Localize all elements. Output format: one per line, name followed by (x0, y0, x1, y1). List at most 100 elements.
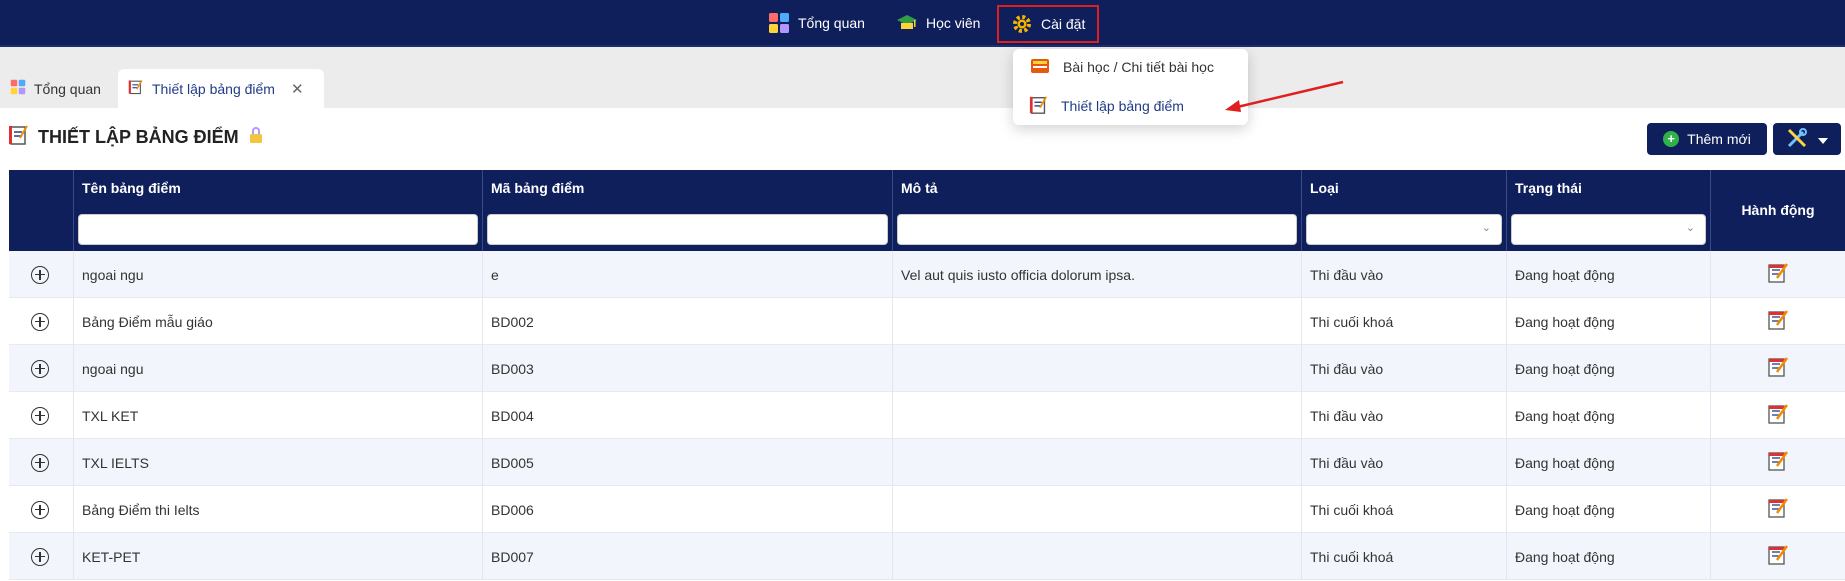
page-title: THIẾT LẬP BẢNG ĐIỂM (8, 124, 265, 151)
tools-menu-button[interactable] (1773, 123, 1841, 155)
expand-row-icon[interactable] (31, 359, 49, 378)
cell-status: Đang hoạt động (1506, 251, 1710, 298)
notepad-icon (8, 124, 30, 151)
nav-item-settings[interactable]: Cài đặt (997, 5, 1100, 43)
nav-item-label: Tổng quan (798, 15, 865, 31)
cell-description (892, 486, 1301, 533)
graduation-cap-icon (896, 12, 918, 34)
cell-code: e (482, 251, 892, 298)
cell-description (892, 533, 1301, 580)
cell-description: Vel aut quis iusto officia dolorum ipsa. (892, 251, 1301, 298)
cell-code: BD006 (482, 486, 892, 533)
cell-type: Thi đầu vào (1301, 345, 1506, 392)
menu-item-lessons[interactable]: Bài học / Chi tiết bài học (1029, 55, 1214, 79)
edit-icon[interactable] (1767, 262, 1789, 287)
menu-item-score-setup[interactable]: Thiết lập bảng điểm (1029, 94, 1184, 118)
chevron-down-icon: ⌄ (1685, 222, 1695, 234)
action-cell (1710, 533, 1845, 580)
add-new-button[interactable]: + Thêm mới (1647, 123, 1767, 155)
expand-cell (9, 298, 73, 345)
action-cell (1710, 439, 1845, 486)
cell-name: KET-PET (73, 533, 482, 580)
nav-item-label: Cài đặt (1041, 16, 1086, 32)
lock-icon (247, 126, 265, 149)
expand-cell (9, 251, 73, 298)
expand-cell (9, 533, 73, 580)
cell-code: BD004 (482, 392, 892, 439)
cell-status: Đang hoạt động (1506, 439, 1710, 486)
notepad-icon (128, 79, 144, 98)
edit-icon[interactable] (1767, 309, 1789, 334)
edit-icon[interactable] (1767, 544, 1789, 569)
table-row: ngoai ngu BD003 Thi đầu vào Đang hoạt động (9, 345, 1845, 392)
cell-description (892, 439, 1301, 486)
expand-row-icon[interactable] (31, 547, 49, 566)
cell-type: Thi cuối khoá (1301, 533, 1506, 580)
menu-item-label: Thiết lập bảng điểm (1061, 98, 1184, 114)
cell-status: Đang hoạt động (1506, 486, 1710, 533)
column-header-action: Hành động (1710, 170, 1845, 251)
expand-row-icon[interactable] (31, 500, 49, 519)
cell-status: Đang hoạt động (1506, 392, 1710, 439)
cell-name: TXL IELTS (73, 439, 482, 486)
name-filter-input[interactable] (78, 214, 478, 245)
cell-code: BD003 (482, 345, 892, 392)
cell-description (892, 298, 1301, 345)
nav-item-overview[interactable]: Tổng quan (768, 8, 865, 38)
expand-row-icon[interactable] (31, 312, 49, 331)
table-row: TXL KET BD004 Thi đầu vào Đang hoạt động (9, 392, 1845, 439)
code-filter-input[interactable] (487, 214, 888, 245)
expand-cell (9, 392, 73, 439)
book-icon (1029, 55, 1051, 80)
tab-bar: Tổng quan Thiết lập bảng điểm ✕ (0, 47, 1845, 108)
edit-icon[interactable] (1767, 497, 1789, 522)
column-header-code: Mã bảng điểm (482, 170, 892, 251)
expand-row-icon[interactable] (31, 453, 49, 472)
top-navbar: Tổng quan Học viên Cài đặt (0, 0, 1845, 47)
gear-icon (1011, 13, 1033, 35)
nav-item-label: Học viên (926, 15, 981, 31)
cell-name: ngoai ngu (73, 345, 482, 392)
cell-type: Thi đầu vào (1301, 439, 1506, 486)
status-filter-select[interactable]: ⌄ (1511, 214, 1706, 245)
cell-code: BD007 (482, 533, 892, 580)
tab-label: Tổng quan (34, 80, 101, 97)
expand-cell (9, 345, 73, 392)
expand-row-icon[interactable] (31, 265, 49, 284)
edit-icon[interactable] (1767, 356, 1789, 381)
edit-icon[interactable] (1767, 403, 1789, 428)
action-cell (1710, 298, 1845, 345)
nav-item-students[interactable]: Học viên (896, 8, 980, 38)
cell-name: Bảng Điểm thi Ielts (73, 486, 482, 533)
cell-code: BD002 (482, 298, 892, 345)
cell-name: TXL KET (73, 392, 482, 439)
tools-icon (1786, 127, 1808, 152)
expand-cell (9, 486, 73, 533)
table-row: TXL IELTS BD005 Thi đầu vào Đang hoạt động (9, 439, 1845, 486)
column-header-status: Trạng thái ⌄ (1506, 170, 1710, 251)
expand-cell (9, 439, 73, 486)
tab-score-setup[interactable]: Thiết lập bảng điểm ✕ (118, 69, 324, 108)
tab-label: Thiết lập bảng điểm (152, 80, 275, 97)
expand-row-icon[interactable] (31, 406, 49, 425)
action-cell (1710, 486, 1845, 533)
cell-type: Thi đầu vào (1301, 392, 1506, 439)
cell-type: Thi cuối khoá (1301, 298, 1506, 345)
close-icon[interactable]: ✕ (291, 80, 304, 98)
column-header-type: Loại ⌄ (1301, 170, 1506, 251)
cell-name: ngoai ngu (73, 251, 482, 298)
table-row: ngoai ngu e Vel aut quis iusto officia dol… (9, 251, 1845, 298)
cell-type: Thi đầu vào (1301, 251, 1506, 298)
cell-status: Đang hoạt động (1506, 298, 1710, 345)
description-filter-input[interactable] (897, 214, 1297, 245)
dashboard-icon (768, 12, 790, 34)
chevron-down-icon: ⌄ (1481, 222, 1491, 234)
type-filter-select[interactable]: ⌄ (1306, 214, 1502, 245)
cell-description (892, 345, 1301, 392)
cell-type: Thi cuối khoá (1301, 486, 1506, 533)
edit-icon[interactable] (1767, 450, 1789, 475)
caret-down-icon (1818, 131, 1828, 147)
tab-overview[interactable]: Tổng quan (0, 69, 111, 108)
menu-item-label: Bài học / Chi tiết bài học (1063, 59, 1214, 75)
column-header-description: Mô tả (892, 170, 1301, 251)
